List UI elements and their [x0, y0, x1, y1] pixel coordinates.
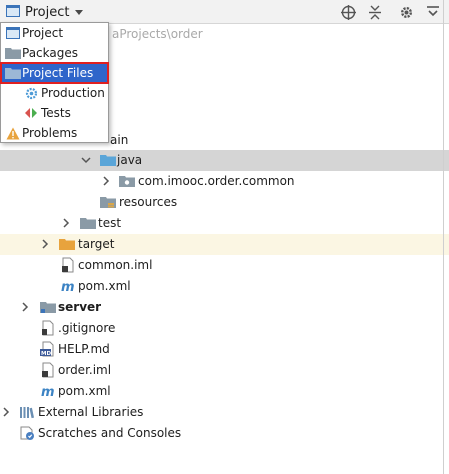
view-dropdown-menu: Project Packages Project Files Productio…	[0, 22, 109, 143]
chevron-right-icon[interactable]	[60, 217, 72, 229]
menu-item-label: Tests	[41, 106, 71, 120]
folder-icon	[80, 215, 96, 231]
production-icon	[23, 85, 39, 101]
tree-label-help-md: HELP.md	[58, 342, 110, 356]
tree-row-target[interactable]: target	[0, 234, 449, 255]
chevron-right-icon[interactable]	[19, 301, 31, 313]
tree-row-resources[interactable]: resources	[0, 192, 449, 213]
tree-label-gitignore: .gitignore	[58, 321, 116, 335]
svg-text:MD: MD	[41, 351, 51, 357]
menu-item-problems[interactable]: Problems	[1, 123, 108, 143]
tests-icon	[23, 105, 39, 121]
tree-row-gitignore[interactable]: .gitignore	[0, 318, 449, 339]
source-folder-icon	[100, 152, 116, 168]
tree-main-label: ain	[110, 133, 129, 147]
tree-label-order-iml: order.iml	[58, 363, 112, 377]
resources-folder-icon	[100, 194, 116, 210]
tree-row-order-iml[interactable]: order.iml	[0, 360, 449, 381]
menu-item-label: Problems	[22, 126, 78, 140]
target-icon[interactable]	[339, 3, 357, 21]
tree-label-java: java	[117, 153, 143, 167]
text-file-icon	[40, 320, 56, 336]
svg-text:m: m	[61, 280, 75, 294]
chevron-right-icon[interactable]	[39, 238, 51, 250]
tree-row-external-libraries[interactable]: External Libraries	[0, 402, 449, 423]
tree-label-test: test	[98, 216, 122, 230]
folder-icon	[5, 65, 21, 81]
menu-item-label: Project	[22, 26, 64, 40]
tree-label-root-pom: pom.xml	[58, 384, 111, 398]
tree-row-test[interactable]: test	[0, 213, 449, 234]
tree-label-scratches: Scratches and Consoles	[38, 426, 182, 440]
tree-label-server: server	[58, 300, 102, 314]
menu-item-label: Packages	[22, 46, 78, 60]
tree-row-java[interactable]: java	[0, 150, 449, 171]
menu-item-label: Project Files	[22, 66, 94, 80]
package-icon	[119, 173, 135, 189]
project-toolbar: Project	[0, 0, 449, 24]
tree-row-root-pom[interactable]: m pom.xml	[0, 381, 449, 402]
panel-border	[443, 0, 444, 474]
tree-row-help-md[interactable]: MD HELP.md	[0, 339, 449, 360]
tree-label-common-iml: common.iml	[78, 258, 153, 272]
tree-row-server[interactable]: server	[0, 297, 449, 318]
markdown-file-icon: MD	[40, 341, 56, 357]
chevron-down-icon[interactable]	[80, 154, 92, 166]
tree-row-scratches[interactable]: Scratches and Consoles	[0, 423, 449, 444]
maven-icon: m	[60, 278, 76, 294]
menu-item-project[interactable]: Project	[1, 23, 108, 43]
tree-label-package: com.imooc.order.common	[138, 174, 295, 188]
iml-file-icon	[40, 362, 56, 378]
tree-row-common-pom[interactable]: m pom.xml	[0, 276, 449, 297]
module-folder-icon	[40, 299, 56, 315]
scratches-icon	[19, 425, 35, 441]
tree-label-target: target	[78, 237, 115, 251]
library-icon	[19, 404, 35, 420]
chevron-right-icon[interactable]	[0, 406, 12, 418]
svg-text:m: m	[41, 385, 55, 399]
menu-item-project-files[interactable]: Project Files	[0, 62, 109, 84]
warning-icon	[5, 125, 21, 141]
folder-icon	[5, 45, 21, 61]
project-view-icon	[6, 4, 20, 20]
menu-item-label: Production	[41, 86, 105, 100]
tree-row-package[interactable]: com.imooc.order.common	[0, 171, 449, 192]
tree-label-common-pom: pom.xml	[78, 279, 131, 293]
chevron-right-icon[interactable]	[100, 175, 112, 187]
menu-item-packages[interactable]: Packages	[1, 43, 108, 63]
project-view-icon	[5, 25, 21, 41]
menu-item-tests[interactable]: Tests	[1, 103, 108, 123]
excluded-folder-icon	[59, 236, 75, 252]
tree-label-external-libraries: External Libraries	[38, 405, 144, 419]
hide-icon[interactable]	[424, 3, 442, 21]
tree-root-path: aProjects\order	[112, 27, 203, 41]
dropdown-arrow-icon[interactable]	[74, 5, 84, 19]
gear-icon[interactable]	[397, 3, 415, 21]
menu-item-production[interactable]: Production	[1, 83, 108, 103]
view-selector-label: Project	[25, 4, 70, 20]
tree-row-common-iml[interactable]: common.iml	[0, 255, 449, 276]
view-selector[interactable]: Project	[6, 3, 84, 21]
iml-file-icon	[60, 257, 76, 273]
collapse-all-icon[interactable]	[366, 3, 384, 21]
tree-label-resources: resources	[119, 195, 178, 209]
maven-icon: m	[40, 383, 56, 399]
